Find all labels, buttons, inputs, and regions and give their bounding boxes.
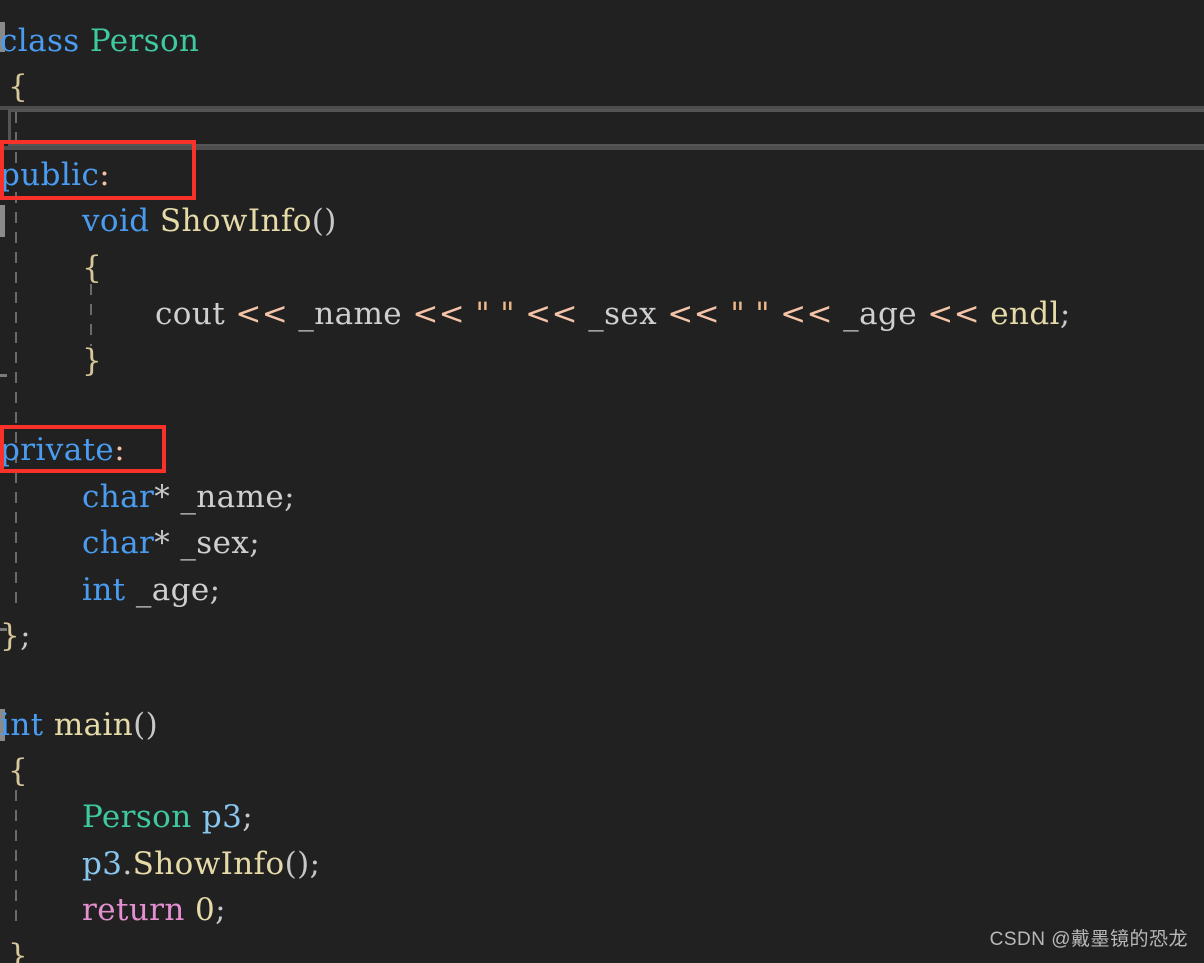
csdn-watermark: CSDN @戴墨镜的恐龙 bbox=[989, 929, 1188, 950]
code-token-operator: << bbox=[927, 296, 980, 332]
code-line[interactable]: int main() bbox=[0, 702, 1204, 749]
code-token-punct: ; bbox=[20, 618, 31, 654]
code-token-brace: { bbox=[82, 250, 103, 286]
code-token-constant: endl bbox=[990, 296, 1060, 332]
code-token-variable: _age bbox=[135, 572, 210, 608]
code-token-return-keyword: return bbox=[82, 892, 185, 928]
code-token-function: ShowInfo bbox=[159, 203, 312, 239]
code-token-operator: : bbox=[114, 432, 126, 468]
code-line[interactable]: public: bbox=[0, 152, 1204, 199]
code-line[interactable]: Person p3; bbox=[0, 794, 1204, 841]
code-token-variable-blue: p3 bbox=[201, 799, 243, 835]
code-line[interactable]: }; bbox=[0, 613, 1204, 660]
code-token-punct: ; bbox=[215, 892, 227, 928]
code-token-operator: << bbox=[525, 296, 578, 332]
code-token-punct: ; bbox=[284, 479, 295, 515]
code-token-punct: () bbox=[284, 846, 310, 882]
code-token-keyword: public bbox=[0, 157, 100, 193]
code-token-type: Person bbox=[89, 23, 200, 59]
code-token-punct: . bbox=[122, 846, 133, 882]
code-token-brace: } bbox=[8, 938, 29, 963]
code-lines-container[interactable]: class Person{public: void ShowInfo(){cout… bbox=[0, 0, 1204, 963]
code-token-string: " " bbox=[730, 296, 770, 332]
code-token-operator: << bbox=[235, 296, 289, 332]
code-token-keyword: private bbox=[0, 432, 115, 468]
code-token-variable: cout bbox=[155, 296, 226, 332]
code-line[interactable]: p3.ShowInfo(); bbox=[0, 841, 1204, 888]
code-line[interactable]: class Person bbox=[0, 18, 1204, 65]
code-editor-screenshot: class Person{public: void ShowInfo(){cout… bbox=[0, 0, 1204, 963]
code-token-punct: ; bbox=[209, 572, 221, 608]
code-token-brace: { bbox=[8, 69, 29, 105]
code-token-punct: * bbox=[154, 479, 171, 515]
code-token-string: " " bbox=[475, 296, 515, 332]
code-line[interactable]: char* _sex; bbox=[0, 520, 1204, 567]
code-token-punct: ; bbox=[309, 846, 321, 882]
code-line[interactable]: cout << _name << " " << _sex << " " << _… bbox=[0, 291, 1204, 338]
code-token-brace: } bbox=[0, 618, 21, 654]
code-token-keyword: char bbox=[82, 479, 155, 515]
code-line[interactable] bbox=[0, 384, 1204, 431]
code-token-number: 0 bbox=[195, 892, 216, 928]
code-token-function: ShowInfo bbox=[132, 846, 285, 882]
code-line[interactable]: private: bbox=[0, 427, 1204, 474]
code-token-function: main bbox=[53, 707, 134, 743]
code-line[interactable] bbox=[0, 660, 1204, 707]
code-token-punct: () bbox=[311, 203, 337, 239]
code-line[interactable]: { bbox=[0, 748, 1204, 795]
code-token-punct: ; bbox=[1059, 296, 1071, 332]
code-token-operator: << bbox=[667, 296, 721, 332]
code-line[interactable]: void ShowInfo() bbox=[0, 198, 1204, 245]
code-line[interactable]: } bbox=[0, 338, 1204, 385]
code-token-keyword: class bbox=[0, 23, 80, 59]
code-token-keyword: char bbox=[82, 525, 155, 561]
code-token-operator: << bbox=[780, 296, 833, 332]
code-line[interactable]: int _age; bbox=[0, 567, 1204, 614]
code-token-punct: () bbox=[133, 707, 159, 743]
code-token-variable: _name bbox=[180, 479, 285, 515]
code-line[interactable]: { bbox=[0, 64, 1204, 111]
code-token-variable: _name bbox=[298, 296, 403, 332]
code-line[interactable]: { bbox=[0, 245, 1204, 292]
code-token-brace: } bbox=[82, 343, 103, 379]
code-token-punct: ; bbox=[242, 799, 254, 835]
code-token-keyword: int bbox=[0, 707, 44, 743]
code-token-keyword: void bbox=[82, 203, 150, 239]
code-line[interactable]: char* _name; bbox=[0, 474, 1204, 521]
code-token-keyword: int bbox=[82, 572, 126, 608]
code-token-punct: ; bbox=[249, 525, 261, 561]
code-token-variable-blue: p3 bbox=[82, 846, 123, 882]
code-token-type: Person bbox=[82, 799, 192, 835]
code-token-operator: : bbox=[99, 157, 111, 193]
code-token-variable: _sex bbox=[588, 296, 658, 332]
code-token-variable: _age bbox=[843, 296, 917, 332]
code-line[interactable] bbox=[0, 111, 1204, 158]
code-token-brace: { bbox=[8, 753, 29, 789]
code-token-punct: * bbox=[154, 525, 171, 561]
code-token-variable: _sex bbox=[180, 525, 250, 561]
code-token-operator: << bbox=[412, 296, 466, 332]
